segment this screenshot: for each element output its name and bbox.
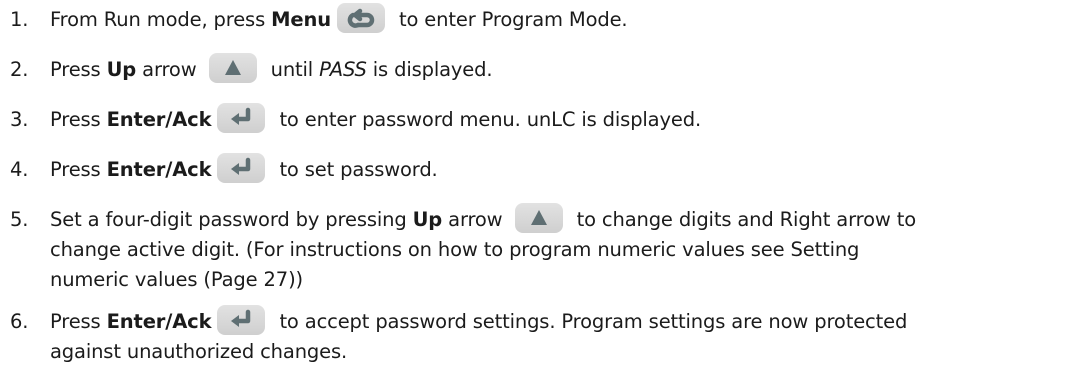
- key-name: Enter/Ack: [106, 158, 212, 181]
- step-text: Press Enter/Ack to enter password menu. …: [50, 102, 701, 135]
- up-arrow-key-icon: [208, 52, 257, 83]
- key-name: Up: [106, 58, 137, 81]
- enter-ack-key-icon: [217, 304, 266, 335]
- key-name: Enter/Ack: [106, 310, 212, 333]
- step-number: 2.: [10, 58, 29, 81]
- step-number: 4.: [10, 158, 29, 181]
- step-number: 6.: [10, 310, 29, 333]
- key-name: Enter/Ack: [106, 108, 212, 131]
- step-text: From Run mode, press Menu to enter Progr…: [50, 2, 628, 35]
- step-text: Press Enter/Ack to set password.: [50, 152, 438, 185]
- up-arrow-key-icon: [514, 202, 563, 233]
- enter-ack-key-icon: [217, 102, 266, 133]
- step-text: Press Up arrow until PASS is displayed.: [50, 52, 493, 85]
- instruction-list: 1. From Run mode, press Menu to enter Pr…: [0, 0, 1073, 375]
- step-text: Set a four-digit password by pressing Up…: [50, 202, 916, 295]
- key-name: Menu: [271, 8, 331, 31]
- step-number: 1.: [10, 8, 29, 31]
- step-text: Press Enter/Ack to accept password setti…: [50, 304, 907, 367]
- enter-ack-key-icon: [217, 152, 266, 183]
- step-number: 3.: [10, 108, 29, 131]
- key-name: Up: [412, 208, 443, 231]
- menu-key-icon: [336, 2, 385, 33]
- display-text: PASS: [319, 58, 367, 81]
- step-number: 5.: [10, 208, 29, 231]
